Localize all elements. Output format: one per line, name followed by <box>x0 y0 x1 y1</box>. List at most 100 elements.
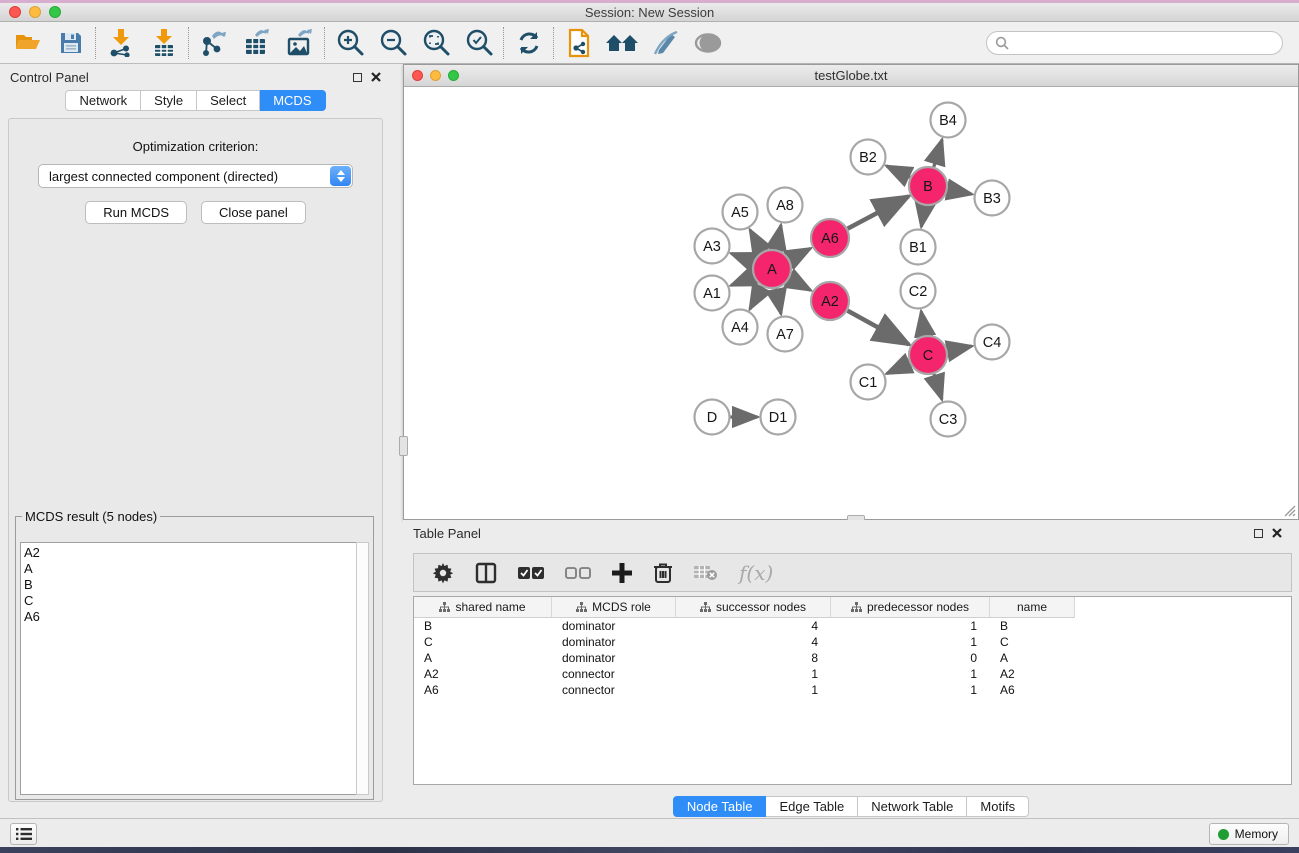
edge-C-C1[interactable] <box>887 363 910 373</box>
edge-A-A7[interactable] <box>776 289 781 314</box>
run-mcds-button[interactable]: Run MCDS <box>85 201 187 224</box>
export-image-icon[interactable] <box>278 25 321 61</box>
hide-columns-icon[interactable] <box>565 566 591 580</box>
node-A7[interactable]: A7 <box>768 317 803 352</box>
left-divider-grip[interactable] <box>399 436 408 456</box>
node-B1[interactable]: B1 <box>901 230 936 265</box>
edge-A-A3[interactable] <box>731 253 753 262</box>
list-item[interactable]: A <box>24 561 356 577</box>
list-item[interactable]: C <box>24 593 356 609</box>
table-row[interactable]: Bdominator41B <box>414 618 1291 634</box>
search-box[interactable] <box>986 31 1283 55</box>
edge-A-A4[interactable] <box>750 287 762 310</box>
node-D[interactable]: D <box>695 400 730 435</box>
zoom-selected-icon[interactable] <box>457 25 500 61</box>
tab-edge-table[interactable]: Edge Table <box>766 796 858 817</box>
mcds-result-list[interactable]: A2ABCA6 <box>20 542 356 795</box>
add-column-icon[interactable] <box>612 563 632 583</box>
list-item[interactable]: B <box>24 577 356 593</box>
tab-select[interactable]: Select <box>197 90 260 111</box>
edge-B-B4[interactable] <box>934 140 942 167</box>
memory-button[interactable]: Memory <box>1209 823 1289 845</box>
edge-B-B3[interactable] <box>948 190 972 195</box>
gear-icon[interactable] <box>432 562 454 584</box>
node-A1[interactable]: A1 <box>695 276 730 311</box>
node-B3[interactable]: B3 <box>975 181 1010 216</box>
node-C[interactable]: C <box>909 336 947 374</box>
edge-A-A5[interactable] <box>750 230 762 252</box>
edge-A-A6[interactable] <box>790 248 811 259</box>
column-header-name[interactable]: name <box>990 597 1075 618</box>
zoom-out-icon[interactable] <box>371 25 414 61</box>
node-D1[interactable]: D1 <box>761 400 796 435</box>
clone-network-icon[interactable] <box>557 25 600 61</box>
import-network-icon[interactable] <box>99 25 142 61</box>
resize-grip-icon[interactable] <box>1280 501 1296 517</box>
node-A5[interactable]: A5 <box>723 195 758 230</box>
open-file-icon[interactable] <box>6 25 49 61</box>
show-columns-icon[interactable] <box>518 566 544 580</box>
node-A3[interactable]: A3 <box>695 229 730 264</box>
edge-B-B1[interactable] <box>921 206 924 227</box>
node-C3[interactable]: C3 <box>931 402 966 437</box>
node-A8[interactable]: A8 <box>768 188 803 223</box>
table-row[interactable]: A2connector11A2 <box>414 666 1291 682</box>
edge-B-B2[interactable] <box>886 166 910 177</box>
edge-A-A1[interactable] <box>731 276 753 285</box>
edge-C-C3[interactable] <box>934 374 942 399</box>
column-header-shared-name[interactable]: shared name <box>414 597 552 618</box>
tab-network[interactable]: Network <box>65 90 141 111</box>
edge-C-C4[interactable] <box>948 346 972 351</box>
tab-style[interactable]: Style <box>141 90 197 111</box>
float-panel-icon[interactable] <box>353 73 362 82</box>
task-history-button[interactable] <box>10 823 37 845</box>
column-header-predecessor-nodes[interactable]: predecessor nodes <box>831 597 990 618</box>
node-B4[interactable]: B4 <box>931 103 966 138</box>
tab-network-table[interactable]: Network Table <box>858 796 967 817</box>
save-session-icon[interactable] <box>49 25 92 61</box>
edge-A-A8[interactable] <box>776 225 781 249</box>
list-item[interactable]: A2 <box>24 545 356 561</box>
node-C1[interactable]: C1 <box>851 365 886 400</box>
search-input[interactable] <box>1009 33 1282 53</box>
import-table-icon[interactable] <box>142 25 185 61</box>
node-B[interactable]: B <box>909 167 947 205</box>
network-canvas[interactable]: B4 B2 B B3 A5 A8A6 A3 A B1 A1 A2 C2 A4 A7 C4 C1 C C3 D D1 <box>405 88 1297 518</box>
node-C4[interactable]: C4 <box>975 325 1010 360</box>
network-window-titlebar[interactable]: testGlobe.txt <box>404 65 1298 87</box>
delete-column-icon[interactable] <box>653 562 673 584</box>
list-item[interactable]: A6 <box>24 609 356 625</box>
criterion-dropdown[interactable]: largest connected component (directed) <box>38 164 353 188</box>
open-browser-icon[interactable] <box>600 25 643 61</box>
column-view-icon[interactable] <box>475 562 497 584</box>
refresh-icon[interactable] <box>507 25 550 61</box>
edge-A-A2[interactable] <box>790 279 811 291</box>
node-A2[interactable]: A2 <box>811 282 849 320</box>
node-A4[interactable]: A4 <box>723 310 758 345</box>
float-table-panel-icon[interactable] <box>1254 529 1263 538</box>
close-panel-button[interactable]: Close panel <box>201 201 306 224</box>
show-hide-icon[interactable] <box>686 25 729 61</box>
node-A[interactable]: A <box>753 250 791 288</box>
table-row[interactable]: A6connector11A6 <box>414 682 1291 698</box>
node-A6[interactable]: A6 <box>811 219 849 257</box>
column-header-successor-nodes[interactable]: successor nodes <box>676 597 831 618</box>
close-panel-icon[interactable] <box>371 72 381 82</box>
function-builder-icon[interactable]: f(x) <box>739 561 773 585</box>
node-C2[interactable]: C2 <box>901 274 936 309</box>
zoom-in-icon[interactable] <box>328 25 371 61</box>
export-network-icon[interactable] <box>192 25 235 61</box>
tab-node-table[interactable]: Node Table <box>673 796 767 817</box>
zoom-fit-icon[interactable] <box>414 25 457 61</box>
export-table-icon[interactable] <box>235 25 278 61</box>
mcds-result-scrollbar[interactable] <box>356 542 369 795</box>
toggle-details-icon[interactable] <box>643 25 686 61</box>
node-B2[interactable]: B2 <box>851 140 886 175</box>
node-table[interactable]: shared nameMCDS rolesuccessor nodesprede… <box>413 596 1292 785</box>
column-header-MCDS-role[interactable]: MCDS role <box>552 597 676 618</box>
edge-A6-B[interactable] <box>848 196 909 228</box>
edge-A2-C[interactable] <box>848 311 909 345</box>
table-row[interactable]: Cdominator41C <box>414 634 1291 650</box>
tab-mcds[interactable]: MCDS <box>260 90 325 111</box>
tab-motifs[interactable]: Motifs <box>967 796 1029 817</box>
